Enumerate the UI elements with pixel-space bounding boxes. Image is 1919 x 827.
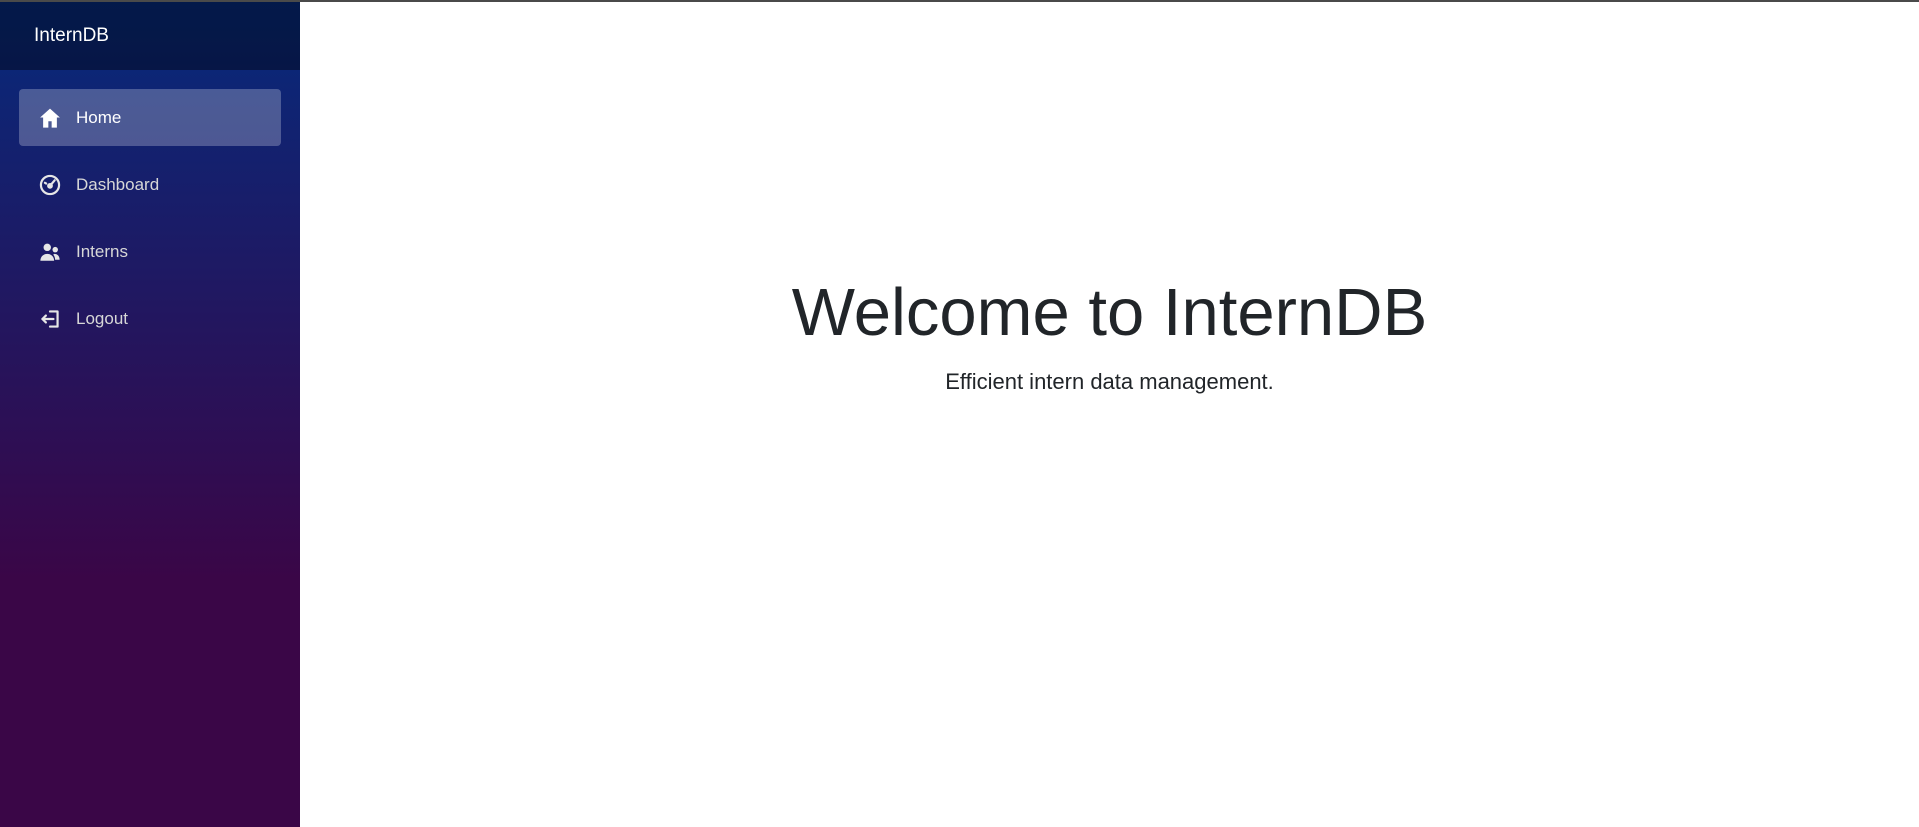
sidebar-item-label: Logout <box>76 308 128 328</box>
sidebar-header: InternDB <box>0 2 300 70</box>
dashboard-icon <box>38 173 62 197</box>
sidebar-item-interns[interactable]: Interns <box>19 223 281 280</box>
sidebar-nav: Home Dashboard Interns Logout <box>0 70 300 347</box>
people-icon <box>38 240 62 264</box>
sidebar-item-label: Home <box>76 107 122 127</box>
sidebar: InternDB Home Dashboard Interns Logout <box>0 2 300 827</box>
page-title: Welcome to InternDB <box>791 275 1428 350</box>
sidebar-item-dashboard[interactable]: Dashboard <box>19 156 281 213</box>
app-window: InternDB Home Dashboard Interns Logout W… <box>0 0 1919 827</box>
sidebar-item-label: Dashboard <box>76 174 160 194</box>
page-subtitle: Efficient intern data management. <box>945 369 1274 395</box>
sidebar-item-logout[interactable]: Logout <box>19 290 281 347</box>
home-icon <box>38 106 62 130</box>
brand-link[interactable]: InternDB <box>34 25 109 47</box>
logout-icon <box>38 307 62 331</box>
main-content: Welcome to InternDB Efficient intern dat… <box>300 2 1919 827</box>
sidebar-item-label: Interns <box>76 241 128 261</box>
welcome-section: Welcome to InternDB Efficient intern dat… <box>300 273 1919 395</box>
sidebar-item-home[interactable]: Home <box>19 89 281 146</box>
